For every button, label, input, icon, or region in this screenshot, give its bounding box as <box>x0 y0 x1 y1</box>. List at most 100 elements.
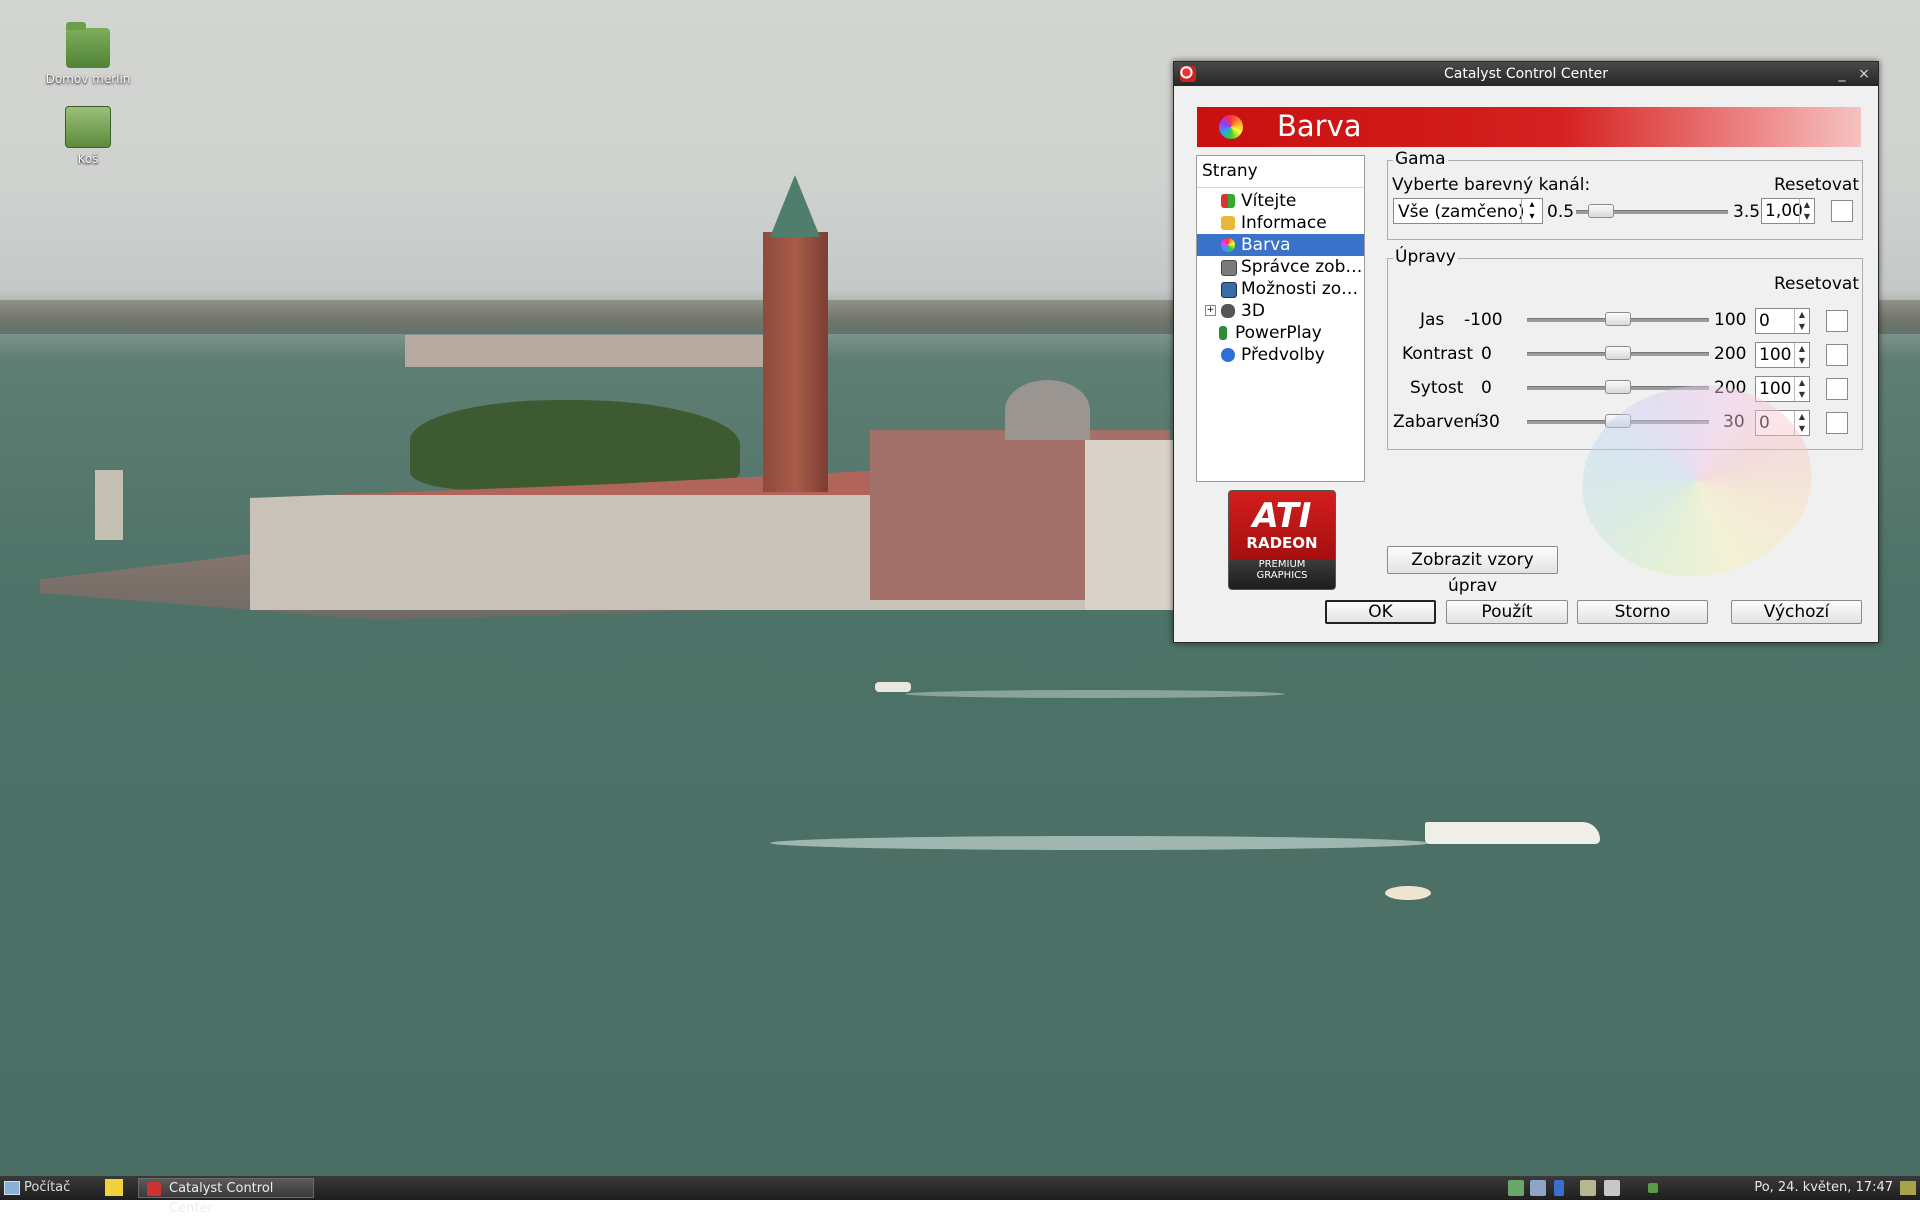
show-desktop-icon[interactable] <box>1900 1181 1916 1195</box>
updown-arrows-icon: ▴ ▾ <box>1521 199 1542 223</box>
slider-thumb[interactable] <box>1605 380 1631 394</box>
gamma-max: 3.5 <box>1733 202 1761 222</box>
adjust-label: Sytost <box>1410 378 1464 398</box>
information-icon <box>1221 216 1235 230</box>
window-title: Catalyst Control Center <box>1443 66 1608 82</box>
desktop-icon-trash[interactable]: Koš <box>33 106 143 166</box>
adjust-value-spinbox[interactable]: 0 ▲ ▼ <box>1755 308 1810 334</box>
gamma-slider[interactable] <box>1576 201 1728 221</box>
minimize-button[interactable]: _ <box>1832 62 1852 86</box>
gamma-group-title: Gama <box>1393 149 1448 169</box>
nav-item-information[interactable]: Informace <box>1197 212 1364 234</box>
pages-navigation-tree: Strany Vítejte Informace Barva Správce z… <box>1196 155 1365 482</box>
desktop-icon-home[interactable]: Domov merlin <box>33 22 143 86</box>
adjust-value: 100 <box>1759 379 1792 399</box>
notes-launcher-icon[interactable] <box>105 1179 123 1196</box>
ati-radeon-logo: ATI RADEON PREMIUM GRAPHICS <box>1228 490 1336 590</box>
wallpaper-small-boat <box>875 682 911 692</box>
logo-tag: PREMIUM <box>1258 559 1306 570</box>
clipboard-icon[interactable] <box>1604 1180 1620 1196</box>
spin-arrows-icon[interactable]: ▲ ▼ <box>1794 377 1809 401</box>
expand-toggle-icon[interactable]: + <box>1205 305 1216 316</box>
adjust-value: 0 <box>1759 311 1770 331</box>
adjust-max: 100 <box>1714 310 1747 330</box>
taskbar-window-label: Catalyst Control Center <box>169 1181 274 1216</box>
adjust-slider[interactable] <box>1527 309 1709 329</box>
nav-item-label: Barva <box>1241 235 1291 255</box>
spin-arrows-icon[interactable]: ▲ ▼ <box>1799 199 1814 223</box>
wallpaper-boat-wake <box>905 690 1285 698</box>
catalyst-app-icon[interactable] <box>1180 66 1196 82</box>
nav-item-preferences[interactable]: Předvolby <box>1197 344 1364 366</box>
slider-thumb[interactable] <box>1605 346 1631 360</box>
slider-thumb[interactable] <box>1588 204 1615 218</box>
network-icon[interactable] <box>1508 1180 1524 1196</box>
gamma-reset-checkbox[interactable] <box>1831 200 1853 222</box>
nav-item-label: Správce zob… <box>1241 257 1363 277</box>
nav-item-welcome[interactable]: Vítejte <box>1197 190 1364 212</box>
wallpaper-lighthouse <box>95 470 123 540</box>
nav-item-3d[interactable]: + 3D <box>1197 300 1364 322</box>
wallpaper-church-facade <box>1085 440 1175 610</box>
display-options-icon <box>1221 282 1237 298</box>
defaults-button[interactable]: Výchozí <box>1731 600 1862 624</box>
logo-product: RADEON <box>1246 534 1318 552</box>
nav-item-label: Informace <box>1241 213 1327 233</box>
nav-item-powerplay[interactable]: PowerPlay <box>1197 322 1364 344</box>
adjust-slider[interactable] <box>1527 343 1709 363</box>
spin-arrows-icon[interactable]: ▲ ▼ <box>1794 309 1809 333</box>
spin-arrows-icon[interactable]: ▲ ▼ <box>1794 343 1809 367</box>
wallpaper-dome <box>1005 380 1090 440</box>
page-title: Barva <box>1277 109 1362 143</box>
window-titlebar[interactable]: Catalyst Control Center _ × <box>1174 62 1878 86</box>
welcome-icon <box>1221 194 1235 208</box>
adjust-label: Jas <box>1420 310 1445 330</box>
page-banner: Barva <box>1197 107 1861 147</box>
desktop-icon-label: Domov merlin <box>45 72 131 86</box>
taskbar-window-button[interactable]: Catalyst Control Center <box>138 1178 314 1216</box>
adjust-reset-checkbox[interactable] <box>1826 378 1848 400</box>
preferences-icon <box>1221 348 1235 362</box>
ok-button[interactable]: OK <box>1325 600 1436 624</box>
gamma-value-spinbox[interactable]: 1,00 ▲ ▼ <box>1761 198 1815 224</box>
cancel-button[interactable]: Storno <box>1577 600 1708 624</box>
nav-header: Strany <box>1197 156 1364 188</box>
logo-brand: ATI <box>1252 496 1312 536</box>
nav-item-label: 3D <box>1241 301 1265 321</box>
monitor-icon[interactable] <box>1580 1180 1596 1196</box>
channel-select[interactable]: Vše (zamčeno) ▴ ▾ <box>1393 198 1543 224</box>
nav-item-label: Předvolby <box>1241 345 1325 365</box>
adjust-reset-checkbox[interactable] <box>1826 412 1848 434</box>
adjust-reset-checkbox[interactable] <box>1826 310 1848 332</box>
wallpaper-buoy <box>1385 886 1431 900</box>
adjust-max: 200 <box>1714 344 1747 364</box>
logo-tag: GRAPHICS <box>1256 570 1308 581</box>
wallpaper-trees <box>410 400 740 490</box>
gamma-value: 1,00 <box>1765 201 1803 221</box>
nav-item-display-options[interactable]: Možnosti zo… <box>1197 278 1364 300</box>
workspace-icon[interactable] <box>1648 1183 1658 1193</box>
adjust-value-spinbox[interactable]: 100 ▲ ▼ <box>1755 342 1810 368</box>
slider-thumb[interactable] <box>1605 312 1631 326</box>
apply-button[interactable]: Použít <box>1446 600 1568 624</box>
gamma-group: Gama Vyberte barevný kanál: Resetovat Vš… <box>1387 149 1863 240</box>
nav-item-label: Možnosti zo… <box>1241 279 1359 299</box>
nav-item-display-manager[interactable]: Správce zob… <box>1197 256 1364 278</box>
nav-item-label: Vítejte <box>1241 191 1297 211</box>
clock[interactable]: Po, 24. květen, 17:47 <box>1754 1176 1893 1200</box>
3d-icon <box>1221 304 1235 318</box>
wallpaper-ferry <box>1425 822 1600 844</box>
computer-menu-button[interactable]: Počítač <box>4 1176 70 1200</box>
show-patterns-button[interactable]: Zobrazit vzory úprav <box>1387 546 1558 596</box>
adjust-reset-checkbox[interactable] <box>1826 344 1848 366</box>
adjust-value-spinbox[interactable]: 100 ▲ ▼ <box>1755 376 1810 402</box>
nav-item-color[interactable]: Barva <box>1197 234 1364 256</box>
adjust-min: 0 <box>1481 378 1492 398</box>
gamma-reset-label: Resetovat <box>1773 175 1859 195</box>
display-icon[interactable] <box>1530 1180 1546 1196</box>
channel-select-value: Vše (zamčeno) <box>1398 202 1525 222</box>
bluetooth-icon[interactable] <box>1554 1180 1564 1196</box>
nav-item-label: PowerPlay <box>1235 323 1322 343</box>
adjust-label: Kontrast <box>1402 344 1474 364</box>
close-button[interactable]: × <box>1854 62 1874 86</box>
